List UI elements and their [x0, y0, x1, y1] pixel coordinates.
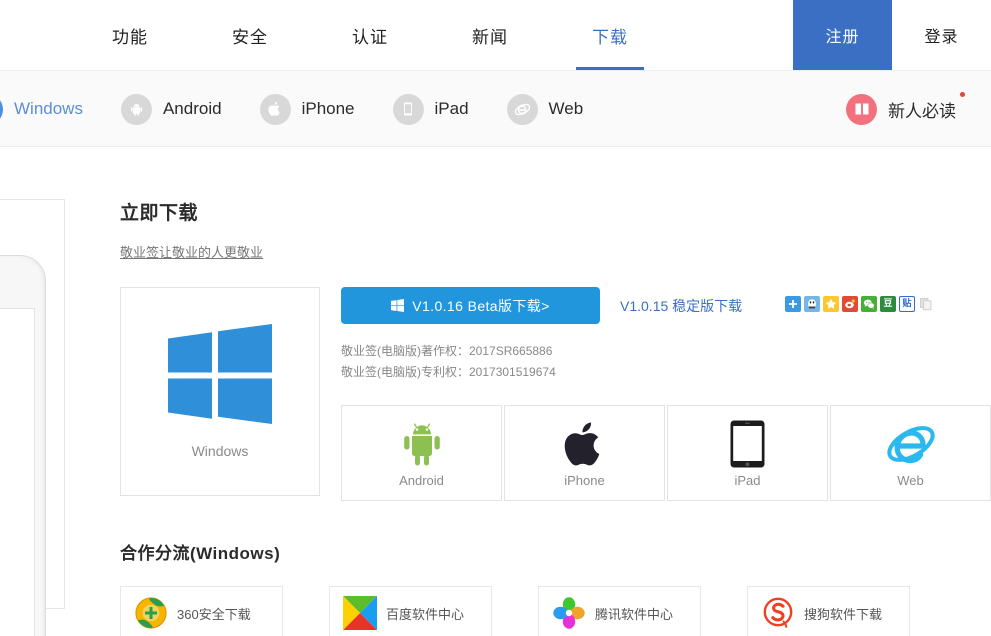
- download-beta-button[interactable]: V1.0.16 Beta版下载>: [341, 287, 600, 324]
- platform-tab-label: iPhone: [301, 99, 355, 118]
- tablet-icon: [392, 93, 424, 125]
- platform-tab-label: Android: [162, 99, 222, 118]
- platform-card-android[interactable]: Android: [341, 405, 502, 501]
- sogou-logo: [761, 596, 795, 630]
- wechat-icon[interactable]: [861, 296, 877, 312]
- phone-screen: P: [0, 308, 35, 636]
- windows-icon: [0, 93, 3, 125]
- android-icon: [120, 93, 152, 125]
- apple-icon: [259, 93, 291, 125]
- partner-label: 360安全下载: [177, 606, 251, 622]
- register-button[interactable]: 注册: [793, 0, 892, 70]
- 360-logo: [134, 596, 168, 630]
- download-beta-label: V1.0.16 Beta版下载>: [412, 297, 550, 314]
- baidu-logo: [343, 596, 377, 630]
- nav-item-features[interactable]: 功能: [70, 0, 190, 70]
- platform-tabs: Windows Android iPhone iPad Web: [0, 71, 621, 147]
- windows-icon: [391, 299, 405, 312]
- login-button[interactable]: 登录: [892, 0, 991, 70]
- tencent-logo: [552, 596, 586, 630]
- partner-card-tencent[interactable]: 腾讯软件中心: [538, 586, 701, 636]
- partner-label: 搜狗软件下载: [804, 606, 883, 622]
- weibo-icon[interactable]: [842, 296, 858, 312]
- newbie-guide-label: 新人必读: [888, 91, 965, 122]
- share-icons-row: 豆 贴: [785, 296, 934, 312]
- platform-tab-bar: Windows Android iPhone iPad Web 新人必读: [0, 71, 991, 147]
- windows-logo: [168, 324, 272, 429]
- platform-card-label: iPad: [734, 473, 761, 488]
- platform-tab-label: Web: [548, 99, 584, 118]
- partners-section-title: 合作分流(Windows): [120, 544, 281, 563]
- partner-card-baidu[interactable]: 百度软件中心: [329, 586, 492, 636]
- douban-icon[interactable]: 豆: [880, 296, 896, 312]
- partner-card-sogou[interactable]: 搜狗软件下载: [747, 586, 910, 636]
- notification-dot: [960, 91, 965, 97]
- partner-card-360[interactable]: 360安全下载: [120, 586, 283, 636]
- platform-tab-windows[interactable]: Windows: [0, 93, 83, 125]
- qzone-icon[interactable]: [823, 296, 839, 312]
- copy-link-icon[interactable]: [918, 296, 934, 312]
- legal-info: 敬业签(电脑版)著作权：2017SR665886 敬业签(电脑版)专利权：201…: [341, 341, 991, 383]
- platform-tab-web[interactable]: Web: [506, 93, 584, 125]
- nav-item-download[interactable]: 下载: [550, 0, 670, 70]
- platform-card-label: Android: [399, 473, 444, 488]
- apple-logo: [564, 418, 606, 470]
- partners-row: 360安全下载 百度软件中心 腾讯软件中心 搜狗软件下载: [120, 586, 980, 636]
- stable-version-link[interactable]: V1.0.15 稳定版下载: [620, 296, 742, 316]
- ie-browser-icon: [506, 93, 538, 125]
- partner-label: 腾讯软件中心: [595, 606, 674, 622]
- share-add-icon[interactable]: [785, 296, 801, 312]
- newbie-text: 新人必读: [888, 101, 956, 121]
- qq-icon[interactable]: [804, 296, 820, 312]
- nav-items: 功能 安全 认证 新闻 下载: [70, 0, 670, 70]
- phone-body: P: [0, 255, 46, 636]
- android-logo: [401, 418, 443, 470]
- nav-auth-group: 注册 登录: [793, 0, 991, 70]
- download-right-column: V1.0.16 Beta版下载> V1.0.15 稳定版下载 豆 贴 敬业签(电…: [341, 287, 991, 501]
- ipad-logo: [729, 418, 766, 470]
- platform-tab-android[interactable]: Android: [120, 93, 222, 125]
- book-icon: [846, 93, 877, 125]
- platform-card-iphone[interactable]: iPhone: [504, 405, 665, 501]
- platform-cards-row: Android iPhone iPad Web: [341, 405, 991, 501]
- platform-tab-label: iPad: [434, 99, 469, 118]
- newbie-guide-link[interactable]: 新人必读: [846, 71, 965, 147]
- nav-item-news[interactable]: 新闻: [430, 0, 550, 70]
- platform-card-label: Web: [897, 473, 924, 488]
- copyright-line: 敬业签(电脑版)著作权：2017SR665886: [341, 344, 553, 358]
- platform-tab-ipad[interactable]: iPad: [392, 93, 469, 125]
- platform-card-web[interactable]: Web: [830, 405, 991, 501]
- platform-tab-label: Windows: [14, 99, 83, 118]
- partner-label: 百度软件中心: [386, 606, 465, 622]
- ie-logo: [885, 418, 937, 470]
- phone-mockup: P: [0, 199, 66, 636]
- download-row: Windows V1.0.16 Beta版下载> V1.0.15 稳定版下载 豆…: [120, 287, 991, 501]
- nav-item-security[interactable]: 安全: [190, 0, 310, 70]
- platform-card-label: iPhone: [564, 473, 605, 488]
- windows-card-label: Windows: [191, 443, 249, 459]
- platform-card-ipad[interactable]: iPad: [667, 405, 828, 501]
- platform-tab-iphone[interactable]: iPhone: [259, 93, 355, 125]
- windows-download-card[interactable]: Windows: [120, 287, 320, 496]
- nav-item-certification[interactable]: 认证: [310, 0, 430, 70]
- top-navigation-bar: 功能 安全 认证 新闻 下载 注册 登录: [0, 0, 991, 71]
- patent-line: 敬业签(电脑版)专利权：2017301519674: [341, 365, 556, 379]
- page-title: 立即下载: [120, 203, 199, 224]
- download-page: 功能 安全 认证 新闻 下载 注册 登录 Windows Android iPh…: [0, 0, 991, 636]
- main-content: 立即下载 敬业签让敬业的人更敬业 Windows V1.0.16 Beta版下载…: [120, 198, 991, 636]
- tieba-icon[interactable]: 贴: [899, 296, 915, 312]
- page-subtitle[interactable]: 敬业签让敬业的人更敬业: [120, 242, 263, 261]
